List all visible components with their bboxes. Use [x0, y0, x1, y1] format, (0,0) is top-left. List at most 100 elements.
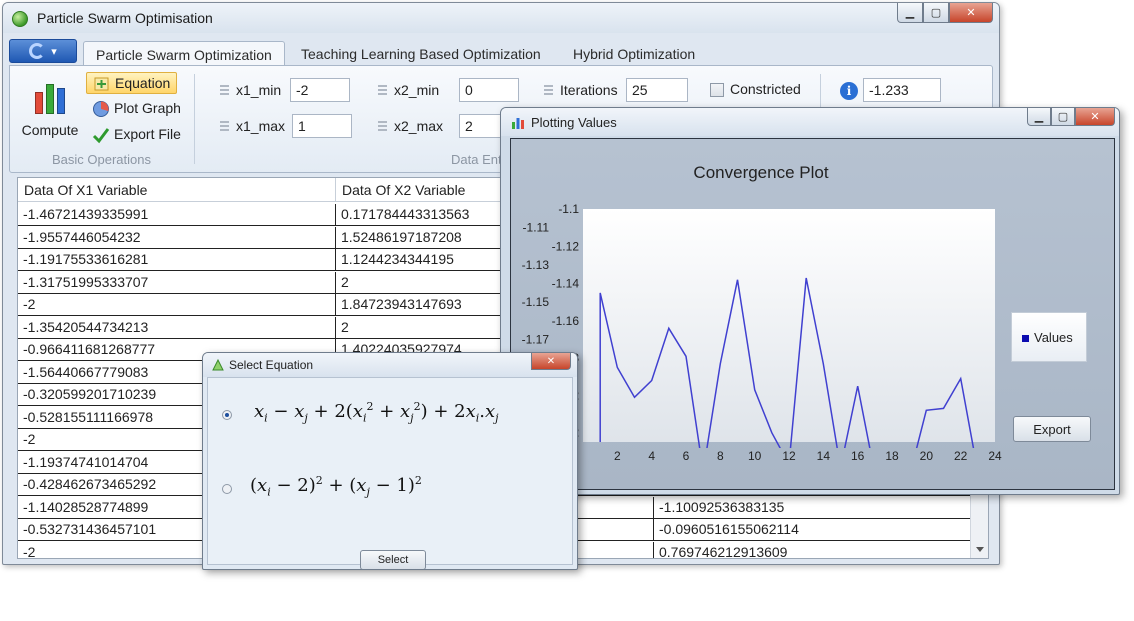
x-tick-label: 10 — [748, 449, 762, 463]
minimize-button[interactable]: ▁ — [897, 3, 923, 23]
minimize-icon: ▁ — [1034, 111, 1044, 123]
plot-caption-buttons: ▁ ▢ ✕ — [1027, 108, 1115, 130]
basic-operations-group-label: Basic Operations — [52, 152, 151, 167]
plot-minimize-button[interactable]: ▁ — [1027, 108, 1051, 126]
constricted-label: Constricted — [730, 81, 801, 97]
compute-label: Compute — [21, 122, 79, 138]
plot-close-button[interactable]: ✕ — [1075, 108, 1115, 126]
ribbon-tabs: ▾ Particle Swarm Optimization Teaching L… — [9, 37, 993, 65]
export-file-label: Export File — [114, 126, 181, 142]
dialog-titlebar[interactable]: Select Equation ✕ — [203, 353, 577, 377]
equation-option-1-radio[interactable] — [222, 410, 232, 420]
equation-option-2-radio[interactable] — [222, 484, 232, 494]
x-tick-label: 16 — [851, 449, 865, 463]
ribbon-separator — [820, 74, 821, 110]
x1-min-input[interactable]: -2 — [290, 78, 350, 102]
x2-min-input[interactable]: 0 — [459, 78, 519, 102]
legend-swatch — [1022, 335, 1029, 342]
close-button[interactable]: ✕ — [949, 3, 993, 23]
y-tick-label: -1.11 — [523, 221, 550, 235]
constricted-checkbox[interactable] — [710, 83, 724, 97]
x1-min-label: x1_min — [220, 82, 281, 98]
select-button[interactable]: Select — [360, 550, 426, 569]
window-title: Particle Swarm Optimisation — [37, 10, 213, 26]
chevron-down-icon: ▾ — [51, 45, 57, 58]
checkmark-icon — [92, 126, 110, 144]
table-cell-x3[interactable]: -1.10092536383135 — [654, 496, 972, 519]
application-menu-button[interactable]: ▾ — [9, 39, 77, 63]
close-icon: ✕ — [966, 7, 976, 19]
y-tick-label: -1.1 — [558, 202, 579, 216]
compute-icon — [20, 80, 80, 114]
maximize-button[interactable]: ▢ — [923, 3, 949, 23]
info-icon: i — [840, 82, 858, 100]
maximize-icon: ▢ — [1057, 111, 1069, 123]
equation-option-1: xi − xj + 2(xi2 + xj2) + 2xi.xj — [254, 400, 499, 425]
result-output[interactable]: -1.233 — [863, 78, 941, 102]
table-cell-x1[interactable]: -1.46721439335991 — [18, 204, 336, 226]
x-tick-label: 8 — [717, 449, 724, 463]
table-cell-x1[interactable]: -1.19175533616281 — [18, 249, 336, 271]
pie-chart-icon — [92, 100, 110, 118]
chart-legend: Values — [1011, 312, 1087, 362]
x-tick-label: 6 — [683, 449, 690, 463]
plot-graph-label: Plot Graph — [114, 100, 181, 116]
equation-option-2: (xi − 2)2 + (xj − 1)2 — [250, 474, 422, 499]
data-entry-group-label: Data Ent — [451, 152, 502, 167]
iterations-input[interactable]: 25 — [626, 78, 688, 102]
y-tick-label: -1.13 — [522, 258, 550, 272]
close-icon: ✕ — [546, 355, 556, 367]
dialog-close-button[interactable]: ✕ — [531, 353, 571, 370]
x-tick-label: 22 — [954, 449, 968, 463]
x2-max-label: x2_max — [378, 118, 443, 134]
x-tick-label: 4 — [648, 449, 655, 463]
table-cell-x1[interactable]: -1.35420544734213 — [18, 316, 336, 339]
table-cell-x1[interactable]: -2 — [18, 294, 336, 316]
equation-label: Equation — [115, 75, 171, 91]
export-file-button[interactable]: Export File — [86, 124, 187, 146]
x-tick-label: 20 — [920, 449, 934, 463]
table-cell-x3[interactable]: 0.769746212913609 — [654, 541, 972, 558]
app-icon — [12, 11, 28, 27]
dialog-body: xi − xj + 2(xi2 + xj2) + 2xi.xj (xi − 2)… — [207, 377, 573, 569]
table-cell-x3[interactable]: -0.0960516155062114 — [654, 519, 972, 541]
tab-teaching-learning[interactable]: Teaching Learning Based Optimization — [289, 41, 553, 65]
compute-button[interactable]: Compute — [20, 74, 80, 138]
iterations-label: Iterations — [544, 82, 618, 98]
dialog-title: Select Equation — [229, 358, 314, 372]
y-tick-label: -1.16 — [552, 314, 580, 328]
x1-max-input[interactable]: 1 — [292, 114, 352, 138]
column-header-x1[interactable]: Data Of X1 Variable — [18, 178, 336, 202]
plot-area: Convergence Plot 2 4 6 8 10 12 14 16 18 20 22 24 -1.… — [510, 138, 1115, 490]
x-tick-label: 2 — [614, 449, 621, 463]
y-tick-label: -1.17 — [522, 332, 550, 346]
equation-icon — [93, 75, 111, 93]
caption-buttons: ▁ ▢ ✕ — [897, 3, 993, 25]
x-tick-label: 12 — [782, 449, 796, 463]
minimize-icon: ▁ — [905, 7, 915, 19]
legend-label: Values — [1034, 330, 1073, 345]
plot-titlebar[interactable]: Plotting Values ▁ ▢ ✕ — [501, 108, 1119, 136]
equation-button[interactable]: Equation — [86, 72, 178, 94]
table-cell-x1[interactable]: -1.31751995333707 — [18, 271, 336, 294]
dialog-app-icon — [211, 358, 225, 372]
y-tick-label: -1.12 — [552, 239, 580, 253]
x2-min-label: x2_min — [378, 82, 439, 98]
convergence-chart: 2 4 6 8 10 12 14 16 18 20 22 24-1.11-1.13-1.15-1.17… — [522, 202, 1002, 463]
maximize-icon: ▢ — [930, 7, 942, 19]
y-tick-label: -1.15 — [522, 295, 550, 309]
x-tick-label: 14 — [817, 449, 831, 463]
plot-window-title: Plotting Values — [531, 115, 617, 130]
ribbon-separator — [194, 74, 195, 164]
plot-window: Plotting Values ▁ ▢ ✕ Convergence Plot 2… — [500, 107, 1120, 495]
tab-particle-swarm[interactable]: Particle Swarm Optimization — [83, 41, 285, 65]
plot-background — [583, 209, 995, 442]
app-menu-icon — [29, 43, 46, 59]
export-button[interactable]: Export — [1013, 416, 1091, 442]
tab-hybrid[interactable]: Hybrid Optimization — [561, 41, 707, 65]
plot-maximize-button[interactable]: ▢ — [1051, 108, 1075, 126]
plot-graph-button[interactable]: Plot Graph — [86, 98, 187, 120]
table-cell-x1[interactable]: -1.9557446054232 — [18, 226, 336, 249]
scroll-down-icon[interactable] — [976, 547, 984, 552]
main-titlebar[interactable]: Particle Swarm Optimisation ▁ ▢ ✕ — [3, 3, 999, 33]
